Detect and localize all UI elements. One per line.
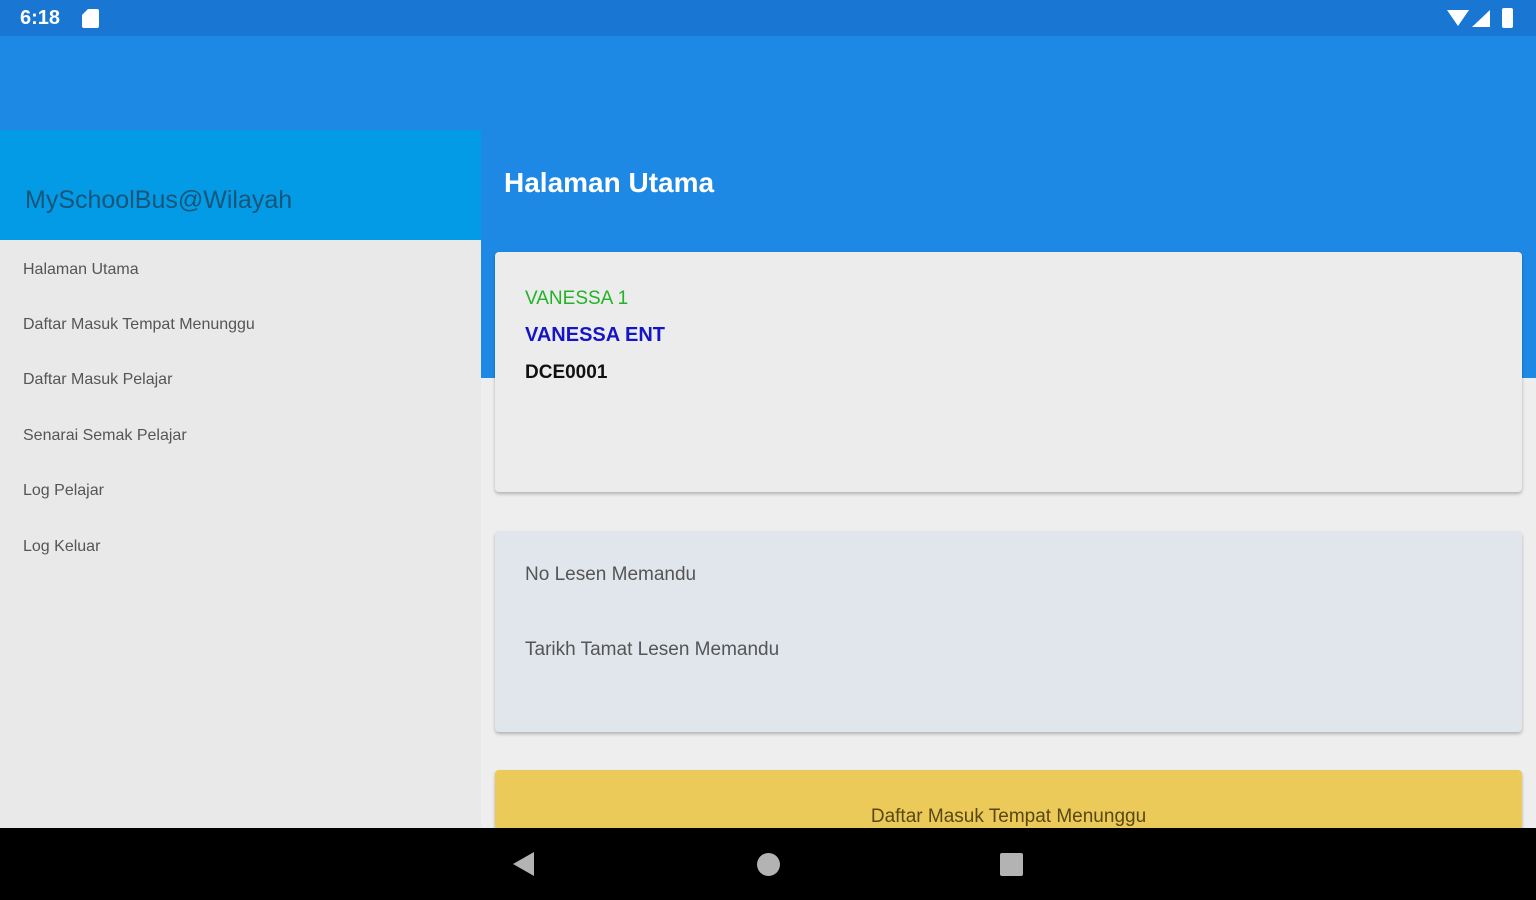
license-number-label: No Lesen Memandu xyxy=(525,564,697,585)
drawer-item-daftar-masuk-pelajar[interactable]: Daftar Masuk Pelajar xyxy=(23,371,172,389)
drawer-item-halaman-utama[interactable]: Halaman Utama xyxy=(23,261,139,279)
drawer-title: MySchoolBus@Wilayah xyxy=(25,186,293,214)
company-name: VANESSA ENT xyxy=(525,324,666,346)
signal-icon xyxy=(1472,10,1490,27)
sd-card-icon xyxy=(82,9,99,28)
navigation-bar xyxy=(0,828,1536,900)
license-expiry-label: Tarikh Tamat Lesen Memandu xyxy=(525,639,780,660)
vehicle-card: VANESSA 1 VANESSA ENT DCE0001 xyxy=(495,252,1522,492)
drawer-item-log-pelajar[interactable]: Log Pelajar xyxy=(23,482,104,500)
status-time: 6:18 xyxy=(20,7,61,29)
license-card: No Lesen Memandu Tarikh Tamat Lesen Mema… xyxy=(495,531,1522,732)
back-icon[interactable] xyxy=(513,852,534,876)
battery-icon xyxy=(1502,8,1513,28)
vehicle-code: DCE0001 xyxy=(525,362,608,383)
vehicle-name: VANESSA 1 xyxy=(525,288,629,309)
drawer-item-daftar-masuk-tempat-menunggu[interactable]: Daftar Masuk Tempat Menunggu xyxy=(23,316,255,334)
page-title: Halaman Utama xyxy=(504,167,715,198)
recents-icon[interactable] xyxy=(1000,853,1023,876)
register-waiting-place-label: Daftar Masuk Tempat Menunggu xyxy=(870,806,1147,827)
wifi-icon xyxy=(1447,10,1469,26)
navigation-drawer: MySchoolBus@Wilayah Halaman Utama Daftar… xyxy=(0,130,481,828)
drawer-item-senarai-semak-pelajar[interactable]: Senarai Semak Pelajar xyxy=(23,427,187,445)
home-icon[interactable] xyxy=(757,853,780,876)
drawer-item-log-keluar[interactable]: Log Keluar xyxy=(23,538,100,556)
drawer-header: MySchoolBus@Wilayah xyxy=(0,130,481,240)
status-bar: 6:18 xyxy=(0,0,1536,36)
